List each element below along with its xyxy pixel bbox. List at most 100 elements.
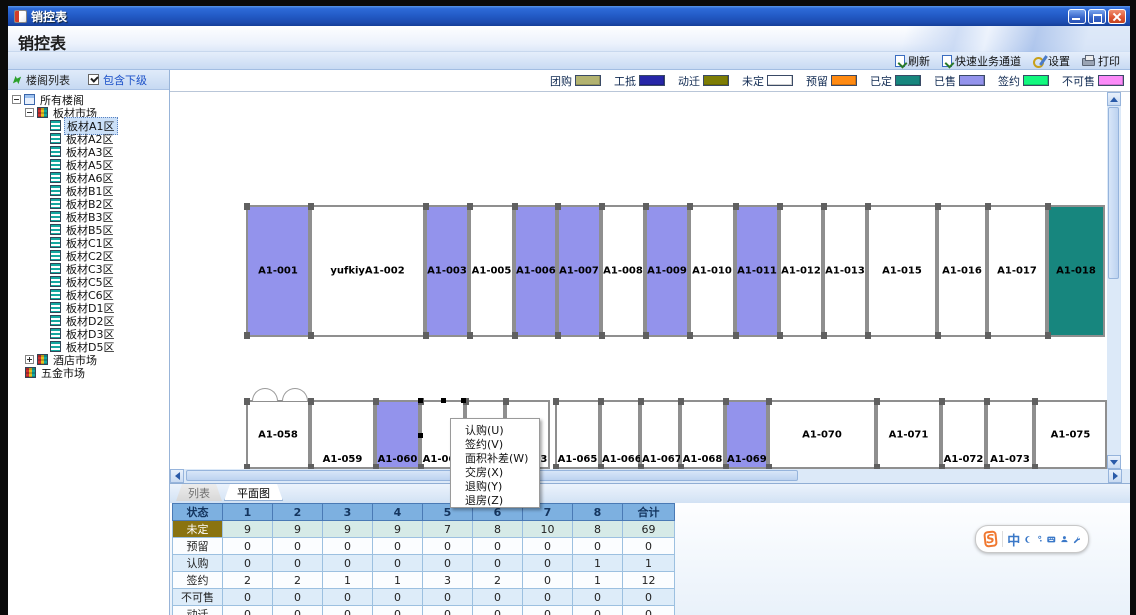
- room-A1-005[interactable]: A1-005: [469, 205, 514, 337]
- room-A1-003[interactable]: A1-003: [425, 205, 469, 337]
- row-value-cell: 0: [423, 555, 473, 572]
- vertical-scrollbar[interactable]: [1107, 92, 1121, 469]
- context-menu-item[interactable]: 退购(Y): [451, 477, 539, 491]
- row-status-label[interactable]: 签约: [173, 572, 223, 589]
- room-A1-017[interactable]: A1-017: [987, 205, 1047, 337]
- include-sub-checkbox[interactable]: [88, 74, 99, 85]
- room-label: A1-059: [312, 454, 373, 465]
- context-menu-item[interactable]: 交房(X): [451, 463, 539, 477]
- tree-item[interactable]: 酒店市场: [8, 353, 169, 366]
- app-window: 销控表 销控表 刷新 快速业务通道 设置 打印: [8, 6, 1130, 615]
- row-value-cell: 0: [323, 589, 373, 606]
- minimize-button[interactable]: [1068, 9, 1086, 24]
- scroll-up-button[interactable]: [1107, 92, 1121, 106]
- room-A1-060[interactable]: A1-060: [375, 400, 420, 469]
- row-status-label[interactable]: 未定: [173, 521, 223, 538]
- ime-logo-icon[interactable]: S: [983, 530, 997, 547]
- context-menu-item[interactable]: 退房(Z): [451, 491, 539, 505]
- ime-language-toggle[interactable]: 中: [1007, 530, 1020, 549]
- table-header-col: 4: [373, 504, 423, 521]
- selection-handle[interactable]: [461, 398, 466, 403]
- room-label: A1-016: [939, 266, 985, 277]
- decorative-swoosh: [830, 26, 1130, 52]
- room-A1-075[interactable]: A1-075: [1034, 400, 1107, 469]
- room-A1-016[interactable]: A1-016: [937, 205, 987, 337]
- room-A1-071[interactable]: A1-071: [876, 400, 941, 469]
- ime-punctuation-icon[interactable]: [1038, 533, 1043, 545]
- room-A1-010[interactable]: A1-010: [689, 205, 735, 337]
- ime-user-icon[interactable]: [1061, 533, 1068, 545]
- scroll-right-button[interactable]: [1108, 469, 1122, 483]
- room-A1-067[interactable]: A1-067: [640, 400, 680, 469]
- settings-button[interactable]: 设置: [1033, 53, 1070, 69]
- row-status-label[interactable]: 预留: [173, 538, 223, 555]
- horizontal-scrollbar[interactable]: [170, 469, 1130, 483]
- room-A1-009[interactable]: A1-009: [645, 205, 689, 337]
- selection-handle[interactable]: [418, 433, 423, 438]
- building-icon: [50, 341, 61, 352]
- print-button[interactable]: 打印: [1082, 53, 1120, 69]
- ime-fullhalf-moon-icon[interactable]: [1025, 533, 1032, 546]
- tree-expander-minus[interactable]: [12, 95, 21, 104]
- room-A1-012[interactable]: A1-012: [779, 205, 823, 337]
- room-A1-001[interactable]: A1-001: [246, 205, 310, 337]
- vertical-scroll-thumb[interactable]: [1108, 107, 1119, 279]
- room-A1-065[interactable]: A1-065: [555, 400, 600, 469]
- tree-item[interactable]: 五金市场: [8, 366, 169, 379]
- room-A1-015[interactable]: A1-015: [867, 205, 937, 337]
- row-value-cell: 0: [373, 538, 423, 555]
- row-value-cell: 1: [373, 572, 423, 589]
- room-A1-007[interactable]: A1-007: [557, 205, 601, 337]
- row-value-cell: 2: [273, 572, 323, 589]
- restore-button[interactable]: [1088, 9, 1106, 24]
- tab-active[interactable]: 平面图: [224, 484, 283, 501]
- scroll-down-button[interactable]: [1107, 455, 1121, 469]
- close-button[interactable]: [1108, 9, 1126, 24]
- selection-handle[interactable]: [418, 398, 423, 403]
- table-row-未定: 未定99997810869: [173, 521, 675, 538]
- room-label: A1-018: [1049, 266, 1103, 277]
- row-value-cell: 0: [273, 538, 323, 555]
- room-A1-059[interactable]: A1-059: [310, 400, 375, 469]
- room-A1-008[interactable]: A1-008: [601, 205, 645, 337]
- toolbar: 刷新 快速业务通道 设置 打印: [8, 52, 1130, 70]
- refresh-tree-icon[interactable]: [12, 75, 22, 85]
- room-label: A1-008: [603, 266, 643, 277]
- ime-settings-wrench-icon[interactable]: [1073, 533, 1080, 546]
- selection-handle[interactable]: [441, 398, 446, 403]
- room-A1-073[interactable]: A1-073: [986, 400, 1034, 469]
- room-A1-002[interactable]: yufkiyA1-002: [310, 205, 425, 337]
- room-A1-058[interactable]: A1-058: [246, 400, 310, 469]
- tree-expander-minus[interactable]: [25, 108, 34, 117]
- door-arc-drawing: [282, 388, 308, 401]
- room-label: A1-067: [642, 454, 678, 465]
- table-header-col: 合计: [623, 504, 675, 521]
- context-menu-item[interactable]: 面积补差(W): [451, 449, 539, 463]
- tree-expander-plus[interactable]: [25, 355, 34, 364]
- row-status-label[interactable]: 不可售: [173, 589, 223, 606]
- room-A1-066[interactable]: A1-066: [600, 400, 640, 469]
- room-A1-018[interactable]: A1-018: [1047, 205, 1105, 337]
- room-A1-069[interactable]: A1-069: [725, 400, 768, 469]
- scroll-left-button[interactable]: [170, 469, 184, 483]
- room-label: A1-070: [770, 429, 874, 440]
- room-A1-068[interactable]: A1-068: [680, 400, 725, 469]
- room-A1-011[interactable]: A1-011: [735, 205, 779, 337]
- ime-keyboard-icon[interactable]: [1047, 534, 1056, 545]
- row-status-label[interactable]: 动迁: [173, 606, 223, 615]
- row-status-label[interactable]: 认购: [173, 555, 223, 572]
- refresh-button[interactable]: 刷新: [895, 53, 930, 69]
- room-A1-070[interactable]: A1-070: [768, 400, 876, 469]
- room-A1-072[interactable]: A1-072: [941, 400, 986, 469]
- room-label: A1-015: [869, 266, 935, 277]
- tree-item-label: 五金市场: [39, 365, 87, 381]
- quick-channel-button[interactable]: 快速业务通道: [942, 53, 1021, 69]
- room-A1-013[interactable]: A1-013: [823, 205, 867, 337]
- tab-inactive[interactable]: 列表: [176, 484, 222, 501]
- context-menu-item[interactable]: 签约(V): [451, 435, 539, 449]
- building-icon: [50, 211, 61, 222]
- room-A1-006[interactable]: A1-006: [514, 205, 557, 337]
- row-value-cell: 0: [523, 555, 573, 572]
- legend-swatch: [575, 75, 601, 86]
- context-menu-item[interactable]: 认购(U): [451, 421, 539, 435]
